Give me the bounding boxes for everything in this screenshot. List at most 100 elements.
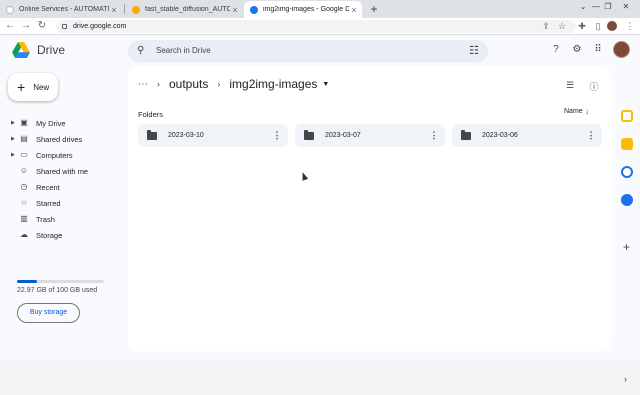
drive-logo[interactable]: Drive bbox=[12, 42, 65, 58]
expand-caret-icon[interactable]: ▶ bbox=[11, 152, 18, 158]
more-actions-icon[interactable]: ⋮ bbox=[584, 130, 598, 141]
folders-section-label: Folders bbox=[138, 110, 164, 119]
tab-title: img2img-images - Google Drive bbox=[263, 6, 349, 13]
folder-name: 2023-03-07 bbox=[325, 132, 361, 139]
more-actions-icon[interactable]: ⋮ bbox=[427, 130, 441, 141]
sidebar-item-recent[interactable]: ◷ Recent bbox=[0, 179, 120, 195]
shared-drives-icon: ▤ bbox=[20, 134, 28, 143]
close-tab-icon[interactable]: × bbox=[109, 5, 119, 15]
tab-search-icon[interactable]: ⌄ bbox=[577, 2, 589, 11]
storage-progress-bar bbox=[17, 280, 104, 283]
sidebar-item-shared-drives[interactable]: ▶ ▤ Shared drives bbox=[0, 131, 120, 147]
sidebar-item-computers[interactable]: ▶ ▭ Computers bbox=[0, 147, 120, 163]
sidebar-item-label: Shared with me bbox=[36, 166, 89, 176]
folder-icon bbox=[304, 129, 314, 140]
sidebar-item-trash[interactable]: ▥ Trash bbox=[0, 211, 120, 227]
settings-gear-icon[interactable]: ⚙ bbox=[570, 43, 584, 57]
chevron-right-icon: › bbox=[217, 79, 221, 89]
close-window-icon[interactable]: ✕ bbox=[620, 2, 632, 11]
clock-icon: ◷ bbox=[20, 182, 28, 191]
sidebar-item-storage[interactable]: ☁ Storage bbox=[0, 227, 120, 243]
details-info-icon[interactable]: ⓘ bbox=[588, 80, 600, 93]
back-icon[interactable]: ← bbox=[4, 20, 16, 31]
address-bar-row: ← → ↻ drive.google.com ⇪ ☆ ✚ ▯ ⋮ bbox=[0, 18, 640, 35]
help-icon[interactable]: ? bbox=[549, 43, 563, 57]
trash-icon: ▥ bbox=[20, 214, 28, 223]
drive-app: Drive ⚲ Search in Drive ☷ ? ⚙ ⠿ + New ▶ ▣… bbox=[0, 35, 640, 384]
more-path-icon[interactable]: ⋯ bbox=[138, 79, 148, 90]
storage-usage-text: 22.97 GB of 100 GB used bbox=[17, 287, 98, 294]
main-content: ⋯ › outputs › img2img-images ▼ ☰ ⓘ Folde… bbox=[128, 66, 612, 351]
profile-avatar[interactable] bbox=[607, 21, 617, 31]
new-button[interactable]: + New bbox=[8, 73, 58, 101]
online-services-favicon-icon bbox=[6, 5, 14, 14]
tasks-icon[interactable] bbox=[621, 166, 633, 178]
search-input[interactable]: Search in Drive bbox=[156, 46, 211, 55]
breadcrumb-outputs[interactable]: outputs bbox=[169, 77, 208, 91]
sidebar-item-starred[interactable]: ☆ Starred bbox=[0, 195, 120, 211]
my-drive-icon: ▣ bbox=[20, 118, 28, 127]
tab-colab[interactable]: fast_stable_diffusion_AUTOMAT × bbox=[126, 1, 243, 18]
sidebar-item-label: Recent bbox=[36, 182, 60, 192]
minimize-icon[interactable]: — bbox=[590, 2, 602, 11]
sidebar-item-shared-with-me[interactable]: ☺ Shared with me bbox=[0, 163, 120, 179]
expand-caret-icon[interactable]: ▶ bbox=[11, 120, 18, 126]
browser-menu-icon[interactable]: ⋮ bbox=[624, 21, 636, 32]
colab-favicon-icon bbox=[132, 5, 140, 14]
restore-icon[interactable]: ❐ bbox=[602, 2, 614, 11]
sidebar-item-my-drive[interactable]: ▶ ▣ My Drive bbox=[0, 115, 120, 131]
sidebar-item-label: Computers bbox=[36, 150, 73, 160]
folder-item[interactable]: 2023-03-07 ⋮ bbox=[295, 124, 445, 147]
more-actions-icon[interactable]: ⋮ bbox=[270, 130, 284, 141]
star-icon: ☆ bbox=[20, 198, 28, 207]
folder-icon bbox=[147, 129, 157, 140]
keep-icon[interactable] bbox=[621, 138, 633, 150]
lock-icon bbox=[62, 24, 67, 29]
tab-google-drive[interactable]: img2img-images - Google Drive × bbox=[244, 1, 362, 18]
hide-panel-chevron-icon[interactable]: › bbox=[624, 374, 627, 384]
sort-direction-icon[interactable]: ↓ bbox=[585, 107, 589, 116]
sidebar-item-label: Starred bbox=[36, 198, 61, 208]
extensions-icon[interactable]: ✚ bbox=[576, 21, 588, 32]
sidebar-item-label: Trash bbox=[36, 214, 55, 224]
breadcrumb: ⋯ › outputs › img2img-images ▼ bbox=[138, 76, 329, 92]
search-icon[interactable]: ⚲ bbox=[137, 45, 144, 56]
drive-logo-icon bbox=[12, 42, 30, 58]
reload-icon[interactable]: ↻ bbox=[36, 20, 48, 31]
drive-favicon-icon bbox=[250, 5, 258, 14]
close-tab-icon[interactable]: × bbox=[230, 5, 240, 15]
product-name: Drive bbox=[37, 43, 66, 57]
storage-progress-fill bbox=[17, 280, 37, 283]
tab-online-services[interactable]: Online Services - AUTOMATIC11 × bbox=[0, 1, 122, 18]
search-bar[interactable]: ⚲ Search in Drive ☷ bbox=[128, 40, 488, 62]
folder-item[interactable]: 2023-03-10 ⋮ bbox=[138, 124, 288, 147]
folder-icon bbox=[461, 129, 471, 140]
tab-title: fast_stable_diffusion_AUTOMAT bbox=[145, 6, 230, 13]
apps-grid-icon[interactable]: ⠿ bbox=[591, 43, 605, 57]
new-tab-button[interactable]: + bbox=[367, 2, 381, 16]
sidebar-nav: ▶ ▣ My Drive ▶ ▤ Shared drives ▶ ▭ Computers ☺… bbox=[0, 115, 120, 243]
folder-menu-dropdown-icon[interactable]: ▼ bbox=[322, 81, 329, 88]
chevron-right-icon: › bbox=[157, 79, 160, 89]
add-addon-icon[interactable]: + bbox=[623, 240, 630, 254]
buy-storage-button[interactable]: Buy storage bbox=[17, 303, 80, 323]
calendar-icon[interactable] bbox=[621, 110, 633, 122]
folder-item[interactable]: 2023-03-06 ⋮ bbox=[452, 124, 602, 147]
side-panel-icon[interactable]: ▯ bbox=[592, 21, 604, 32]
forward-icon[interactable]: → bbox=[20, 20, 32, 31]
url-field[interactable]: drive.google.com bbox=[56, 20, 576, 33]
expand-caret-icon[interactable]: ▶ bbox=[11, 136, 18, 142]
search-options-icon[interactable]: ☷ bbox=[469, 44, 479, 57]
share-icon[interactable]: ⇪ bbox=[540, 21, 552, 32]
account-avatar[interactable] bbox=[613, 41, 630, 58]
close-tab-icon[interactable]: × bbox=[349, 5, 359, 15]
list-layout-icon[interactable]: ☰ bbox=[564, 80, 576, 91]
sort-by-name-button[interactable]: Name bbox=[564, 108, 583, 115]
tab-bar: Online Services - AUTOMATIC11 × fast_sta… bbox=[0, 0, 640, 18]
sidebar-item-label: Shared drives bbox=[36, 134, 83, 144]
bookmark-star-icon[interactable]: ☆ bbox=[556, 21, 568, 32]
breadcrumb-current-folder[interactable]: img2img-images bbox=[229, 77, 317, 91]
sidebar-item-label: My Drive bbox=[36, 118, 66, 128]
contacts-icon[interactable] bbox=[621, 194, 633, 206]
plus-icon: + bbox=[17, 79, 26, 95]
